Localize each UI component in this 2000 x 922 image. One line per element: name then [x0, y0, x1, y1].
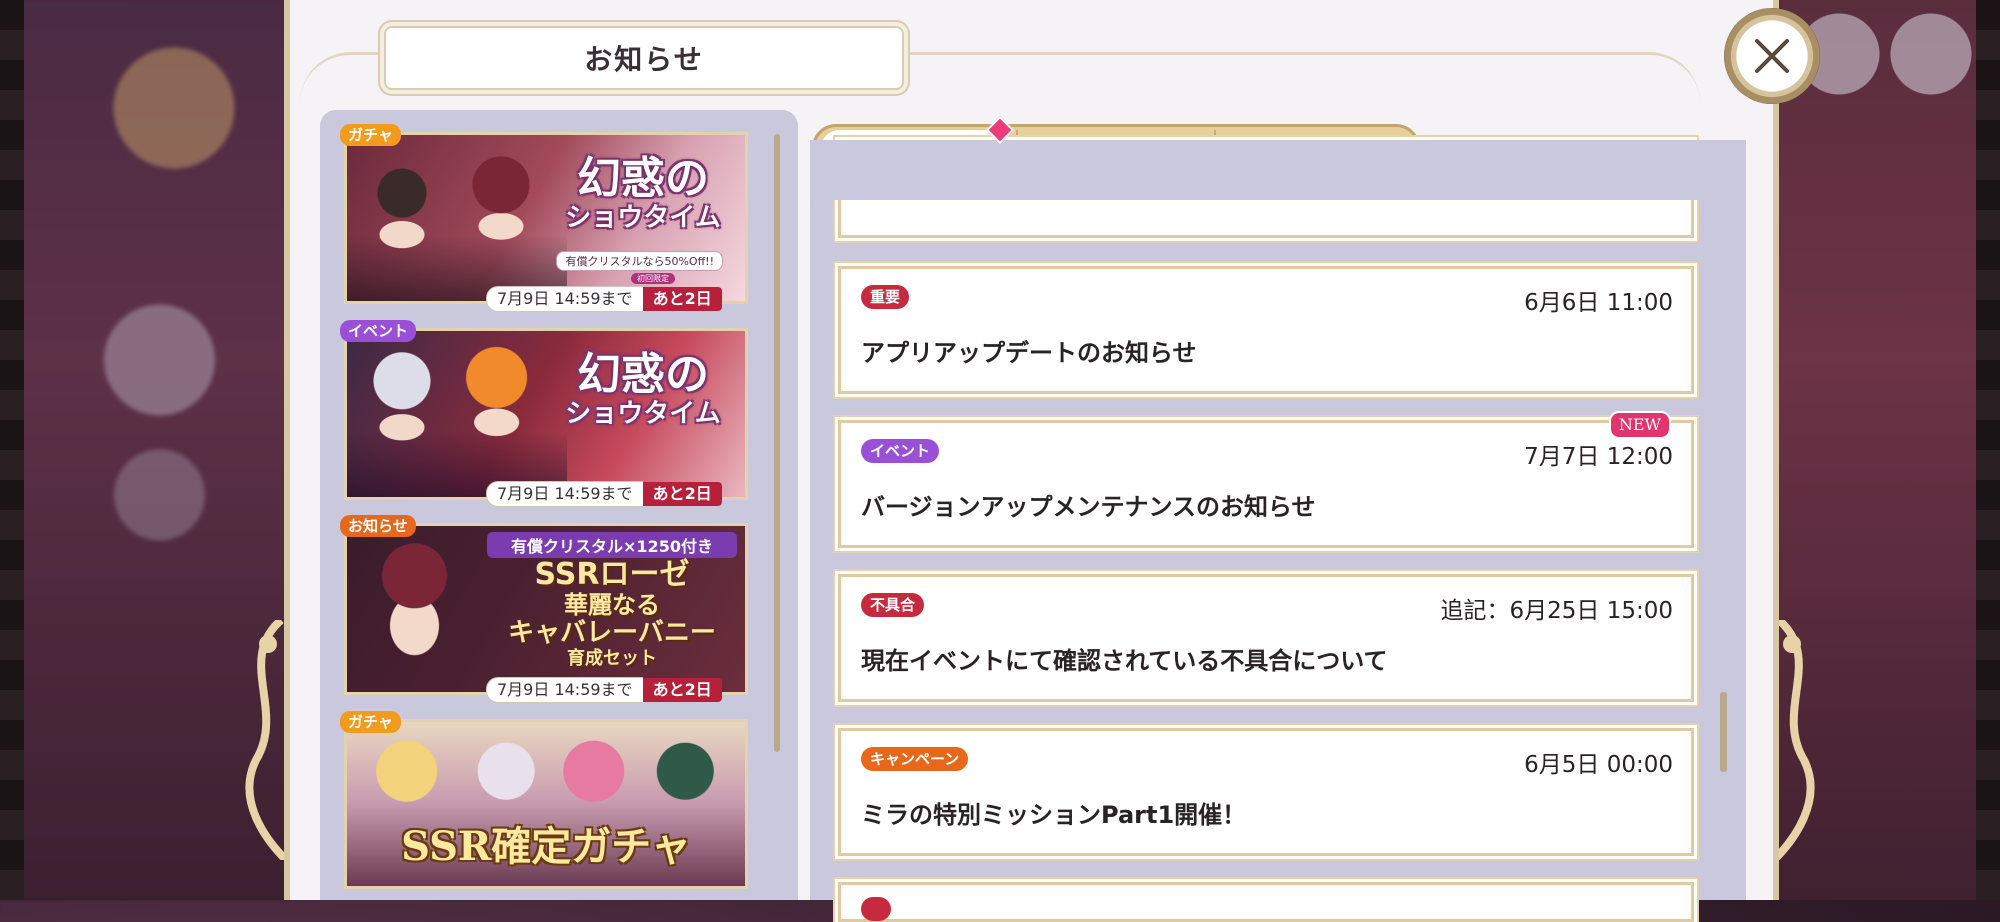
- notice-date: 追記：6月25日 15:00: [1440, 598, 1674, 624]
- deadline-remaining: あと2日: [642, 678, 722, 702]
- notice-item-partial[interactable]: [838, 882, 1694, 922]
- banner-event-showtime[interactable]: 幻惑の ショウタイム: [344, 328, 748, 500]
- banner-logo: 幻惑の ショウタイム: [565, 153, 721, 234]
- banner-subtitle: 有償クリスタルなら50%Off!!: [556, 251, 723, 271]
- banner-logo: SSR確定ガチャ: [401, 823, 691, 870]
- deadline-until: 7月9日 14:59まで: [486, 481, 643, 507]
- banner-tag: イベント: [340, 320, 417, 342]
- deadline-remaining: あと2日: [642, 287, 722, 311]
- banner-deadline: 7月9日 14:59まで あと2日: [486, 677, 722, 703]
- deadline-remaining: あと2日: [642, 482, 722, 506]
- notice-category-badge: 不具合: [861, 593, 925, 617]
- notice-list-scrollbar[interactable]: [1720, 692, 1727, 772]
- notice-title: 現在イベントにて確認されている不具合について: [861, 647, 1388, 675]
- notice-title: ミラの特別ミッションPart1開催！: [861, 801, 1247, 829]
- notice-title: アプリアップデートのお知らせ: [861, 339, 1197, 367]
- notice-category-badge: 重要: [861, 285, 910, 309]
- banner-ssr-rose-set[interactable]: 有償クリスタル×1250付き SSRローゼ 華麗なる キャバレーバニー 育成セッ…: [344, 523, 748, 695]
- close-icon: [1755, 39, 1789, 73]
- notice-item[interactable]: 不具合 追記：6月25日 15:00 現在イベントにて確認されている不具合につい…: [838, 574, 1694, 702]
- notice-item[interactable]: 重要 6月6日 11:00 アプリアップデートのお知らせ: [838, 266, 1694, 394]
- banner-characters: [347, 331, 567, 497]
- notice-category-badge: キャンペーン: [861, 747, 969, 771]
- banner-subtitle-limited: 初回限定: [631, 273, 675, 284]
- banner-characters: [347, 526, 497, 692]
- banner-characters: [347, 135, 567, 301]
- list-top-mask: [810, 140, 1746, 200]
- deadline-until: 7月9日 14:59まで: [486, 677, 643, 703]
- banner-logo: 有償クリスタル×1250付き SSRローゼ 華麗なる キャバレーバニー 育成セッ…: [487, 532, 737, 670]
- notice-date: 6月6日 11:00: [1524, 290, 1673, 316]
- banner-deadline: 7月9日 14:59まで あと2日: [486, 286, 722, 312]
- banner-tag: ガチャ: [340, 124, 401, 146]
- deadline-until: 7月9日 14:59まで: [486, 286, 643, 312]
- notice-title: バージョンアップメンテナンスのお知らせ: [861, 493, 1316, 521]
- close-button[interactable]: [1724, 8, 1820, 104]
- notice-category-badge: [861, 897, 891, 921]
- banner-list-scrollbar[interactable]: [774, 134, 780, 752]
- left-edge-border: [0, 0, 24, 900]
- notice-date: 7月7日 12:00: [1524, 444, 1673, 470]
- banner-tag: お知らせ: [340, 515, 416, 537]
- right-edge-border: [1976, 0, 2000, 900]
- notice-item[interactable]: キャンペーン 6月5日 00:00 ミラの特別ミッションPart1開催！: [838, 728, 1694, 856]
- banner-tag: ガチャ: [340, 711, 401, 733]
- banner-ssr-guaranteed-gacha[interactable]: SSR確定ガチャ: [344, 719, 748, 889]
- new-badge: NEW: [1608, 411, 1671, 439]
- notice-item[interactable]: NEW イベント 7月7日 12:00 バージョンアップメンテナンスのお知らせ: [838, 411, 1694, 548]
- notice-category-badge: イベント: [861, 439, 940, 463]
- modal-title: お知らせ: [384, 26, 904, 90]
- banner-deadline: 7月9日 14:59まで あと2日: [486, 481, 722, 507]
- banner-logo: 幻惑の ショウタイム: [565, 349, 721, 430]
- banner-gacha-showtime[interactable]: 幻惑の ショウタイム 初回限定 有償クリスタルなら50%Off!!: [344, 132, 748, 304]
- notice-date: 6月5日 00:00: [1524, 752, 1673, 778]
